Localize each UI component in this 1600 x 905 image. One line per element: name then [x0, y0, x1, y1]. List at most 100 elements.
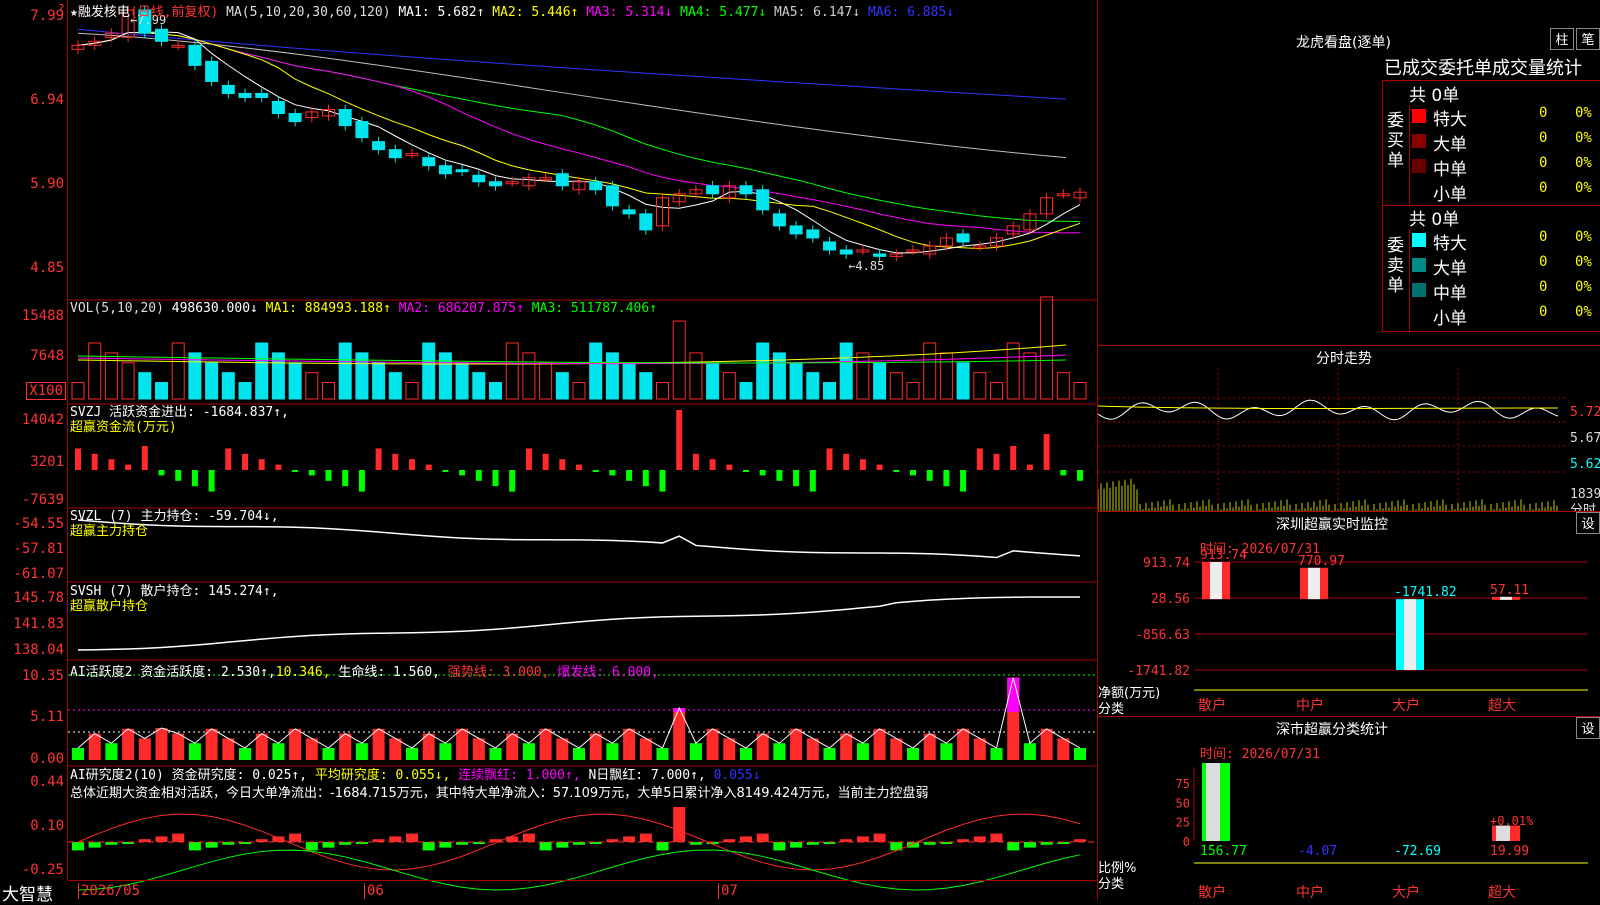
research-bar	[656, 842, 669, 851]
price-tick: 4.85	[30, 260, 64, 276]
research-bar	[305, 842, 318, 851]
svsh-sub: 超赢散户持仓	[70, 599, 149, 614]
row-label: 中单	[1433, 160, 1467, 180]
fund-flow-bar	[559, 459, 566, 470]
fund-flow-bar	[609, 470, 616, 476]
lhb-panel: 龙虎看盘(逐单) 柱 笔 已成交委托单成交量统计 委买单 共 0单 特大 0 0% 大…	[1098, 0, 1600, 345]
activity-bar	[105, 743, 118, 760]
volume-bar	[71, 382, 85, 400]
fund-flow-bar	[743, 470, 749, 472]
ma5-value: MA5: 6.147↓	[774, 5, 861, 20]
volume-bar	[706, 362, 720, 400]
ai2-nday: N日飘红: 7.000↑,	[588, 768, 706, 783]
color-square	[1412, 258, 1426, 272]
classify-tick: 0	[1183, 835, 1190, 849]
candle	[605, 185, 619, 207]
research-bar	[873, 833, 886, 842]
activity-bar	[456, 728, 469, 760]
research-bar	[439, 842, 452, 848]
activity-bar	[289, 728, 302, 760]
volume-bar	[405, 382, 419, 400]
activity-bar	[272, 743, 285, 760]
monitor-category: 大户	[1392, 697, 1420, 714]
row-percent: 0%	[1575, 304, 1592, 320]
activity-bar	[439, 743, 452, 760]
lhb-bar-button[interactable]: 柱	[1550, 28, 1574, 50]
brand-logo: 大智慧	[2, 885, 53, 905]
classify-tick: 25	[1176, 816, 1190, 830]
fund-flow-bar	[943, 470, 950, 487]
research-bar	[155, 836, 168, 842]
activity-bar	[489, 748, 502, 760]
candle	[372, 141, 386, 151]
vol-ma1: MA1: 884993.188↑	[265, 301, 391, 316]
intraday-panel[interactable]: 分时走势 5.725.675.6218395分时	[1098, 345, 1600, 512]
volume-bar	[956, 362, 970, 400]
order-row: 特大 0 0%	[1409, 229, 1599, 254]
volume-bar	[472, 372, 486, 400]
volume-bar	[438, 352, 452, 400]
volume-bar	[806, 372, 820, 400]
svsh-label: SVSH (7) 散户持仓: 145.274↑,	[70, 584, 279, 599]
ma1-value: MA1: 5.682↑	[398, 5, 485, 20]
intraday-tick: 5.72	[1570, 405, 1600, 420]
activity-bar	[122, 728, 135, 760]
research-bar	[556, 842, 569, 848]
monitor-tick: 913.74	[1143, 556, 1190, 571]
volume-bar	[88, 342, 102, 400]
fund-flow-bar	[409, 459, 415, 470]
main-chart[interactable]: ←7.99←4.85	[68, 0, 1097, 900]
ai1-tick: 5.11	[30, 709, 64, 725]
price-tick: 5.90	[30, 176, 64, 192]
volume-bar	[138, 372, 152, 400]
volume-bar	[171, 342, 185, 400]
activity-bar	[957, 728, 970, 760]
row-percent: 0%	[1575, 229, 1592, 245]
activity-bar	[305, 738, 318, 760]
intraday-price-line	[1098, 399, 1559, 421]
volume-bar	[656, 382, 669, 400]
activity-bar	[740, 748, 752, 760]
candle	[188, 44, 202, 66]
ai2-header: AI研究度2(10) 资金研究度: 0.025↑, 平均研究度: 0.055↓,…	[70, 767, 929, 803]
lhb-tick-button[interactable]: 笔	[1576, 28, 1600, 50]
ai2-summary: 总体近期大资金相对活跃，今日大单净流出：-1684.715万元，其中特大单净流入…	[70, 786, 929, 801]
row-count: 0	[1539, 229, 1548, 245]
candle	[956, 233, 970, 243]
activity-bar	[606, 743, 619, 760]
order-row: 大单 0 0%	[1409, 254, 1599, 279]
fund-flow-bar	[325, 470, 332, 481]
row-label: 小单	[1433, 309, 1467, 329]
classify-panel: 深市超赢分类统计 设 时间: 2026/07/31 75 50 25 0 156.77 散…	[1098, 716, 1600, 901]
row-label: 中单	[1433, 284, 1467, 304]
candle	[221, 84, 235, 94]
activity-bar	[222, 738, 235, 760]
ma1-line	[77, 31, 1081, 254]
ma4-value: MA4: 5.477↓	[680, 5, 767, 20]
activity-bar	[706, 728, 719, 760]
price-header: ★融发核电(日线,前复权) MA(5,10,20,30,60,120) MA1:…	[70, 5, 955, 20]
intraday-title: 分时走势	[1316, 351, 1372, 367]
candle	[338, 109, 352, 127]
volume-bar	[238, 382, 252, 400]
monitor-tick: -856.63	[1135, 628, 1190, 643]
fund-flow-bar	[893, 470, 900, 472]
monitor-tick: 28.56	[1151, 592, 1190, 607]
ai2-last: 0.055↓	[713, 768, 761, 783]
research-bar	[522, 833, 535, 842]
fund-flow-bar	[459, 470, 466, 476]
fund-flow-bar	[258, 459, 265, 470]
price-tick: 6.94	[30, 92, 64, 108]
candle	[388, 149, 402, 159]
activity-bar	[138, 738, 151, 760]
candle	[288, 113, 302, 123]
row-label: 小单	[1433, 185, 1467, 205]
svsh-tick: 145.78	[13, 590, 64, 606]
vol-ma2: MA2: 686207.875↑	[398, 301, 524, 316]
ai2-axis: 0.44 0.10 -0.25	[0, 766, 68, 880]
classify-value: 19.99	[1490, 844, 1529, 859]
classify-category: 大户	[1392, 884, 1420, 901]
ai1-burst: 爆发线: 6.000,	[557, 665, 659, 680]
color-square	[1412, 134, 1426, 148]
row-label: 大单	[1433, 135, 1467, 155]
